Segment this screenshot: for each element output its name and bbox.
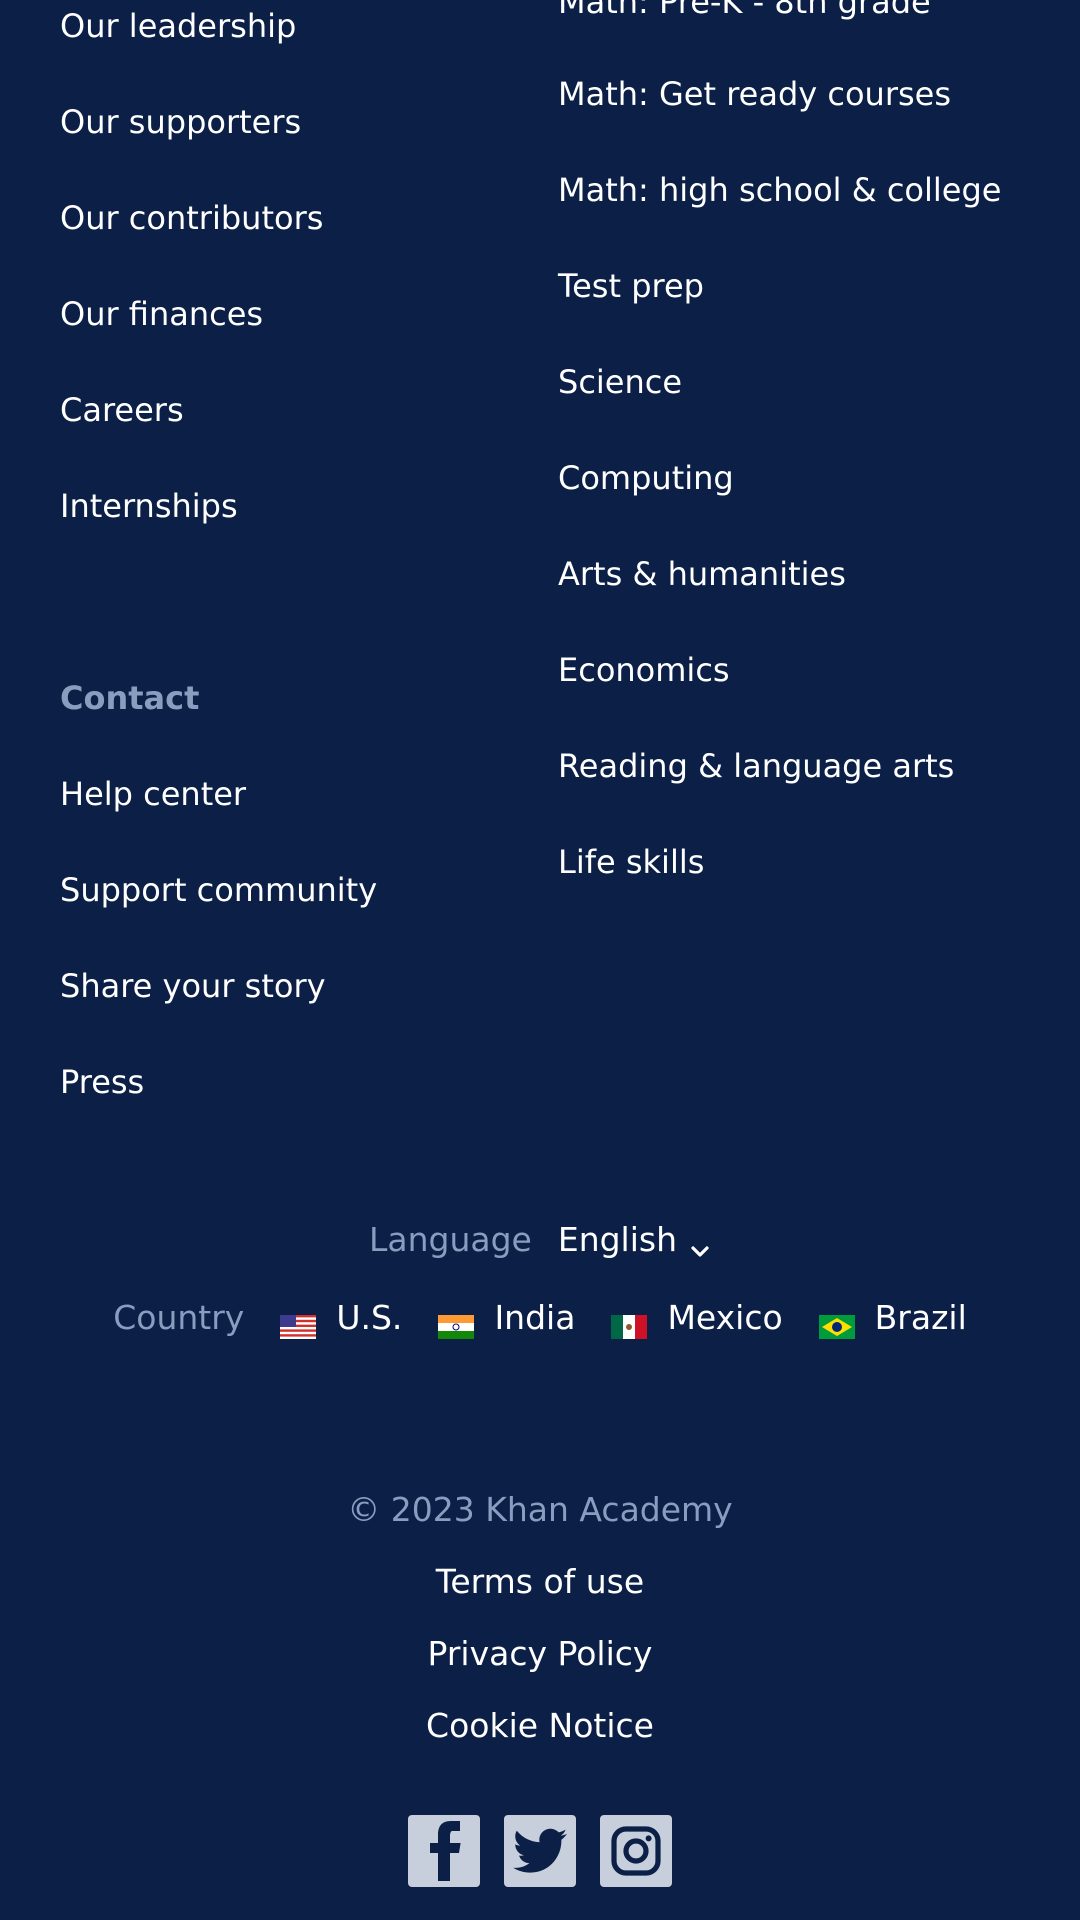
link-arts-humanities[interactable]: Arts & humanities xyxy=(558,554,846,594)
language-select[interactable]: English xyxy=(558,1218,711,1262)
contact-heading: Contact xyxy=(60,679,200,717)
country-name: Mexico xyxy=(667,1298,783,1337)
footer: Our leadership Our supporters Our contri… xyxy=(0,0,1080,1920)
link-math-prek-8[interactable]: Math: Pre-K - 8th grade xyxy=(558,0,931,22)
link-test-prep[interactable]: Test prep xyxy=(558,266,704,306)
country-row: Country U.S. India Mexico Brazil xyxy=(0,1296,1080,1340)
language-row: Language English xyxy=(0,1218,1080,1262)
copyright: © 2023 Khan Academy xyxy=(347,1490,733,1529)
link-our-contributors[interactable]: Our contributors xyxy=(60,198,323,238)
country-mexico[interactable]: Mexico xyxy=(611,1296,783,1340)
link-computing[interactable]: Computing xyxy=(558,458,734,498)
privacy-policy-wrap: Privacy Policy xyxy=(0,1632,1080,1676)
link-our-finances[interactable]: Our finances xyxy=(60,294,263,334)
country-india[interactable]: India xyxy=(438,1296,575,1340)
cookie-notice-link[interactable]: Cookie Notice xyxy=(426,1704,654,1748)
india-flag-icon xyxy=(438,1306,475,1339)
mexico-flag-icon xyxy=(611,1306,648,1339)
link-careers[interactable]: Careers xyxy=(60,390,184,430)
country-name: U.S. xyxy=(336,1298,403,1337)
link-life-skills[interactable]: Life skills xyxy=(558,842,704,882)
link-science[interactable]: Science xyxy=(558,362,682,402)
country-label: Country xyxy=(113,1298,245,1337)
link-internships[interactable]: Internships xyxy=(60,486,238,526)
instagram-icon xyxy=(611,1826,661,1876)
facebook-link[interactable] xyxy=(408,1815,480,1887)
link-math-high-school-college[interactable]: Math: high school & college xyxy=(558,170,1001,210)
link-help-center[interactable]: Help center xyxy=(60,774,246,814)
facebook-icon xyxy=(430,1821,461,1881)
cookie-notice-wrap: Cookie Notice xyxy=(0,1704,1080,1748)
chevron-down-icon xyxy=(689,1229,711,1257)
country-name: India xyxy=(494,1298,576,1337)
link-press[interactable]: Press xyxy=(60,1062,144,1102)
link-share-your-story[interactable]: Share your story xyxy=(60,966,326,1006)
link-reading-language-arts[interactable]: Reading & language arts xyxy=(558,746,954,786)
us-flag-icon xyxy=(280,1306,317,1339)
country-us[interactable]: U.S. xyxy=(280,1296,402,1340)
country-brazil[interactable]: Brazil xyxy=(818,1296,967,1340)
privacy-policy-link[interactable]: Privacy Policy xyxy=(428,1632,653,1676)
link-our-leadership[interactable]: Our leadership xyxy=(60,6,296,46)
terms-of-use-wrap: Terms of use xyxy=(0,1560,1080,1604)
terms-of-use-link[interactable]: Terms of use xyxy=(436,1560,644,1604)
social-links xyxy=(0,1815,1080,1887)
language-label: Language xyxy=(368,1220,532,1259)
link-math-get-ready[interactable]: Math: Get ready courses xyxy=(558,74,951,114)
brazil-flag-icon xyxy=(818,1306,855,1339)
link-our-supporters[interactable]: Our supporters xyxy=(60,102,301,142)
instagram-link[interactable] xyxy=(600,1815,672,1887)
link-economics[interactable]: Economics xyxy=(558,650,730,690)
link-support-community[interactable]: Support community xyxy=(60,870,377,910)
twitter-icon xyxy=(513,1828,567,1873)
language-value: English xyxy=(557,1220,678,1259)
country-name: Brazil xyxy=(874,1298,967,1337)
twitter-link[interactable] xyxy=(504,1815,576,1887)
